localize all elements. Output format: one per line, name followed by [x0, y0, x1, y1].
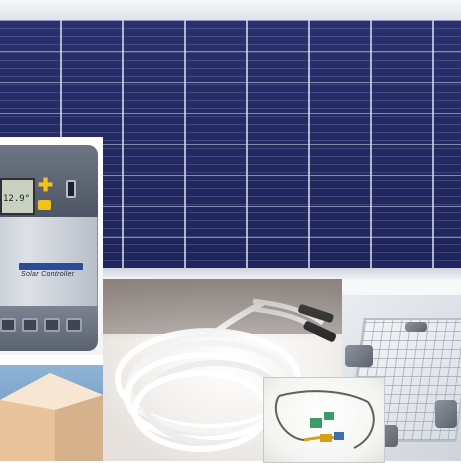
terminal-icon: [0, 318, 16, 332]
wiring-harness-photo: [263, 377, 385, 463]
corner-bracket-icon: [345, 345, 373, 367]
usb-port-icon: [66, 180, 76, 198]
controller-lcd-text: 12.9°: [3, 194, 31, 204]
terminal-icon: [22, 318, 38, 332]
controller-plus-icon: ✚: [38, 175, 54, 195]
controller-button-icon: [38, 200, 51, 210]
product-photo-bottom-left: [0, 365, 103, 461]
controller-label: Solar Controller: [21, 271, 75, 278]
roof-mount-drawing: [0, 373, 103, 461]
cable-photo-shadow: [103, 279, 343, 339]
controller-brand-badge: [19, 263, 83, 270]
corner-bracket-icon: [435, 400, 457, 428]
solar-panel-frame-top: [0, 0, 461, 20]
wiring-harness-drawing: [274, 390, 375, 449]
corner-bracket-icon: [405, 322, 427, 332]
terminal-icon: [44, 318, 60, 332]
terminal-icon: [66, 318, 82, 332]
